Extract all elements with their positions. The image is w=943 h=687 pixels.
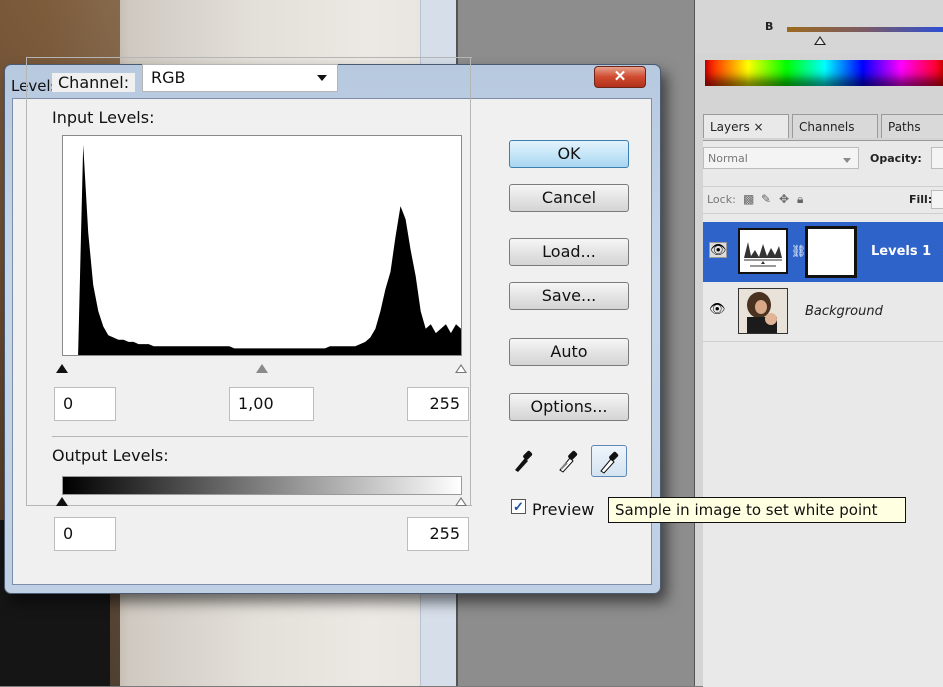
channel-label: Channel: bbox=[52, 73, 136, 92]
output-white-field[interactable]: 255 bbox=[407, 517, 469, 551]
ok-button[interactable]: OK bbox=[509, 140, 629, 168]
photo-thumbnail-icon bbox=[739, 289, 787, 333]
histogram-graph bbox=[63, 144, 461, 355]
lock-all-icon[interactable]: 🔒︎ bbox=[797, 193, 809, 205]
input-white-field[interactable]: 255 bbox=[407, 387, 469, 421]
lock-transparency-icon[interactable]: ▩ bbox=[743, 193, 755, 205]
blend-mode-select[interactable]: Normal bbox=[703, 147, 859, 169]
gray-eyedropper-icon[interactable] bbox=[556, 446, 580, 474]
b-channel-slider[interactable] bbox=[787, 27, 943, 32]
histogram-curve bbox=[63, 144, 461, 355]
opacity-label: Opacity: bbox=[870, 152, 922, 165]
visibility-eye-icon[interactable]: 👁︎ bbox=[709, 302, 726, 316]
tab-channels[interactable]: Channels bbox=[792, 114, 878, 138]
input-gamma-slider[interactable] bbox=[256, 364, 268, 373]
side-panel: B Layers × Channels Paths Normal Opacity… bbox=[694, 0, 943, 687]
preview-label[interactable]: Preview bbox=[532, 500, 594, 519]
levels-adjustment-thumbnail bbox=[738, 228, 788, 274]
layer-row-levels[interactable]: 👁︎ ⛓︎ Levels 1 bbox=[703, 222, 943, 282]
layer-row-background[interactable]: 👁︎ Background bbox=[703, 282, 943, 342]
tab-paths[interactable]: Paths bbox=[881, 114, 943, 138]
color-panel: B bbox=[695, 0, 943, 55]
visibility-eye-icon[interactable]: 👁︎ bbox=[709, 242, 727, 258]
chevron-down-icon bbox=[843, 158, 851, 163]
channel-group-frame-right bbox=[470, 57, 471, 505]
output-white-point-slider[interactable] bbox=[455, 497, 467, 506]
fill-field[interactable] bbox=[931, 190, 943, 209]
layer-name[interactable]: Levels 1 bbox=[871, 244, 931, 259]
panel-tabs: Layers × Channels Paths bbox=[703, 114, 943, 140]
preview-checkbox[interactable]: ✓ bbox=[511, 499, 526, 514]
channel-select[interactable]: RGB bbox=[142, 64, 338, 92]
opacity-field[interactable] bbox=[931, 147, 943, 169]
auto-button[interactable]: Auto bbox=[509, 338, 629, 366]
output-gradient-bar bbox=[62, 476, 462, 495]
b-channel-label: B bbox=[765, 20, 774, 33]
options-button[interactable]: Options... bbox=[509, 393, 629, 421]
input-black-field[interactable]: 0 bbox=[54, 387, 116, 421]
channel-group-frame-left bbox=[26, 57, 27, 505]
output-levels-label: Output Levels: bbox=[52, 446, 169, 465]
tab-layers[interactable]: Layers × bbox=[703, 114, 789, 138]
layer-mask-thumbnail[interactable] bbox=[805, 226, 857, 278]
output-black-point-slider[interactable] bbox=[56, 497, 68, 506]
histogram-icon bbox=[744, 242, 782, 267]
lock-position-icon[interactable]: ✥ bbox=[779, 193, 791, 205]
lock-paint-icon[interactable]: ✎ bbox=[761, 193, 773, 205]
chevron-down-icon[interactable] bbox=[317, 75, 327, 81]
layer-name[interactable]: Background bbox=[805, 304, 883, 319]
separator bbox=[52, 436, 468, 437]
color-spectrum-bar[interactable] bbox=[705, 60, 943, 86]
input-white-point-slider[interactable] bbox=[455, 364, 467, 373]
white-eyedropper-icon bbox=[600, 451, 619, 474]
fill-label: Fill: bbox=[909, 193, 933, 206]
white-eyedropper-button[interactable] bbox=[591, 445, 627, 477]
mask-link-icon[interactable]: ⛓︎ bbox=[791, 244, 806, 258]
lock-label: Lock: bbox=[707, 193, 736, 206]
tooltip: Sample in image to set white point bbox=[608, 497, 906, 523]
close-button[interactable]: ✕ bbox=[594, 66, 646, 88]
lock-row: Lock: ▩ ✎ ✥ 🔒︎ Fill: bbox=[703, 186, 943, 214]
save-button[interactable]: Save... bbox=[509, 282, 629, 310]
histogram bbox=[62, 135, 462, 356]
slider-thumb-fill bbox=[816, 38, 824, 44]
load-button[interactable]: Load... bbox=[509, 238, 629, 266]
channel-group-frame-bottom bbox=[26, 505, 472, 506]
input-levels-label: Input Levels: bbox=[52, 108, 155, 127]
input-gamma-field[interactable]: 1,00 bbox=[229, 387, 314, 421]
black-eyedropper-icon[interactable] bbox=[511, 446, 535, 474]
background-thumbnail bbox=[738, 288, 788, 334]
cancel-button[interactable]: Cancel bbox=[509, 184, 629, 212]
input-black-point-slider[interactable] bbox=[56, 364, 68, 373]
channel-group-frame-top bbox=[26, 57, 472, 58]
output-black-field[interactable]: 0 bbox=[54, 517, 116, 551]
